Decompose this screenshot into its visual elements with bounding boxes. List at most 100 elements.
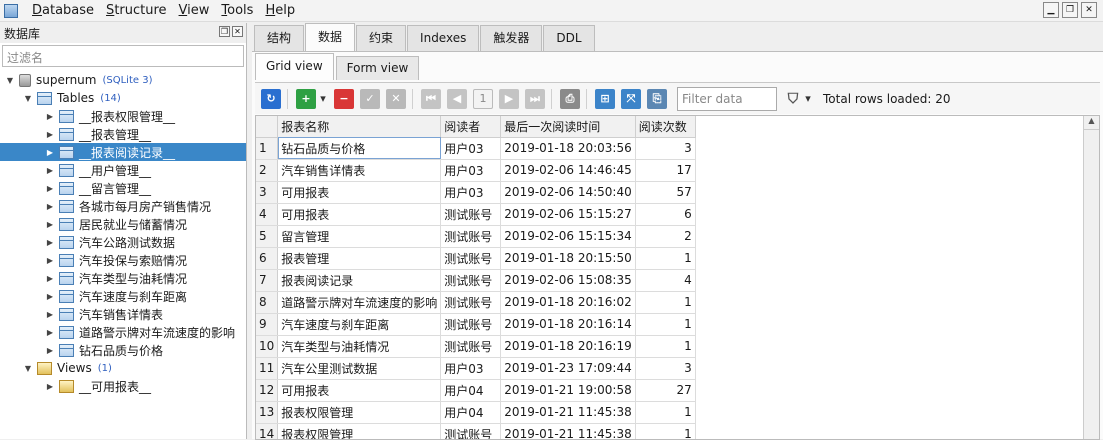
tree-table-item[interactable]: ▶ 各城市每月房产销售情况 [0,197,246,215]
expand-right-icon[interactable]: ▶ [44,310,56,319]
grid-cell[interactable]: 2019-01-18 20:16:19 [500,335,636,358]
grid-cell[interactable]: 测试账号 [440,291,502,314]
grid-cell[interactable]: 报表权限管理 [277,401,442,424]
expand-down-icon[interactable]: ▼ [22,364,34,373]
table-row[interactable]: 14 报表权限管理 测试账号 2019-01-21 11:45:38 1 [256,423,696,439]
grid-layout-icon[interactable]: ⊞ [595,88,615,109]
grid-cell[interactable]: 可用报表 [277,379,442,402]
menu-help[interactable]: Help [259,3,301,18]
grid-cell[interactable]: 用户04 [440,401,502,424]
column-header[interactable]: 阅读次数 [635,116,696,138]
grid-cell[interactable]: 报表权限管理 [277,423,442,439]
tree-database[interactable]: ▼ supernum (SQLite 3) [0,71,246,89]
data-grid[interactable]: 报表名称 阅读者 最后一次阅读时间 阅读次数 1 钻石品质与价格 用户03 2019-01-1… [255,115,1100,440]
grid-cell[interactable]: 测试账号 [440,225,502,248]
grid-cell[interactable]: 用户03 [440,137,502,160]
tab-2[interactable]: 约束 [356,25,407,51]
grid-cell[interactable]: 2019-01-18 20:03:56 [500,137,636,160]
tab-4[interactable]: 触发器 [480,25,543,51]
expand-right-icon[interactable]: ▶ [44,184,56,193]
grid-cell[interactable]: 1 [635,335,696,358]
tab-0[interactable]: 结构 [254,25,305,51]
expand-right-icon[interactable]: ▶ [44,274,56,283]
tree-table-item[interactable]: ▶ 汽车速度与刹车距离 [0,287,246,305]
expand-right-icon[interactable]: ▶ [44,256,56,265]
vertical-scrollbar[interactable]: ▲ [1083,116,1099,439]
table-row[interactable]: 5 留言管理 测试账号 2019-02-06 15:15:34 2 [256,225,696,248]
table-row[interactable]: 4 可用报表 测试账号 2019-02-06 15:15:27 6 [256,203,696,226]
table-row[interactable]: 9 汽车速度与刹车距离 测试账号 2019-01-18 20:16:14 1 [256,313,696,336]
menu-structure[interactable]: Structure [100,3,173,18]
grid-cell[interactable]: 4 [635,269,696,292]
grid-cell[interactable]: 2019-02-06 15:15:34 [500,225,636,248]
tree-filter-input[interactable]: 过滤名 [2,45,244,67]
tree-table-item[interactable]: ▶ __留言管理__ [0,179,246,197]
expand-right-icon[interactable]: ▶ [44,220,56,229]
add-row-dropdown-icon[interactable]: ▾ [318,89,328,109]
export-icon[interactable]: ⎘ [647,88,667,109]
expand-right-icon[interactable]: ▶ [44,130,56,139]
expand-right-icon[interactable]: ▶ [44,382,56,391]
grid-cell[interactable]: 测试账号 [440,203,502,226]
grid-cell[interactable]: 1 [635,291,696,314]
grid-cell[interactable]: 6 [635,203,696,226]
table-row[interactable]: 12 可用报表 用户04 2019-01-21 19:00:58 27 [256,379,696,402]
restore-icon[interactable]: ❐ [1062,2,1078,18]
table-row[interactable]: 10 汽车类型与油耗情况 测试账号 2019-01-18 20:16:19 1 [256,335,696,358]
expand-right-icon[interactable]: ▶ [44,202,56,211]
grid-cell[interactable]: 报表管理 [277,247,442,270]
prev-page-icon[interactable]: ◀ [447,88,467,109]
filter-data-input[interactable]: Filter data [677,86,777,111]
first-page-icon[interactable]: ⏮ [421,88,441,109]
table-row[interactable]: 6 报表管理 测试账号 2019-01-18 20:15:50 1 [256,247,696,270]
table-row[interactable]: 1 钻石品质与价格 用户03 2019-01-18 20:03:56 3 [256,137,696,160]
grid-cell[interactable]: 2 [635,225,696,248]
grid-cell[interactable]: 1 [635,423,696,439]
grid-cell[interactable]: 用户03 [440,159,502,182]
menu-tools[interactable]: Tools [215,3,259,18]
expand-down-icon[interactable]: ▼ [22,94,34,103]
table-row[interactable]: 7 报表阅读记录 测试账号 2019-02-06 15:08:35 4 [256,269,696,292]
grid-cell[interactable]: 2019-01-21 19:00:58 [500,379,636,402]
tree-table-item[interactable]: ▶ __报表阅读记录__ [0,143,246,161]
next-page-icon[interactable]: ▶ [499,88,519,109]
grid-cell[interactable]: 汽车类型与油耗情况 [277,335,442,358]
expand-right-icon[interactable]: ▶ [44,238,56,247]
fit-columns-icon[interactable]: ⤧ [621,88,641,109]
grid-cell[interactable]: 2019-01-18 20:15:50 [500,247,636,270]
expand-right-icon[interactable]: ▶ [44,346,56,355]
grid-cell[interactable]: 报表阅读记录 [277,269,442,292]
table-row[interactable]: 3 可用报表 用户03 2019-02-06 14:50:40 57 [256,181,696,204]
grid-cell[interactable]: 用户03 [440,357,502,380]
add-row-icon[interactable]: + [296,88,316,109]
grid-cell[interactable]: 道路警示牌对车流速度的影响 [277,291,442,314]
grid-cell[interactable]: 2019-01-21 11:45:38 [500,401,636,424]
grid-cell[interactable]: 2019-01-18 20:16:14 [500,313,636,336]
subtab-grid-view[interactable]: Grid view [255,53,334,80]
grid-cell[interactable]: 留言管理 [277,225,442,248]
grid-cell[interactable]: 汽车速度与刹车距离 [277,313,442,336]
grid-cell[interactable]: 可用报表 [277,181,442,204]
close-icon[interactable]: ✕ [1081,2,1097,18]
grid-cell[interactable]: 2019-02-06 15:08:35 [500,269,636,292]
table-row[interactable]: 8 道路警示牌对车流速度的影响 测试账号 2019-01-18 20:16:02 1 [256,291,696,314]
tree-views-group[interactable]: ▼ Views (1) [0,359,246,377]
grid-cell[interactable]: 2019-01-21 11:45:38 [500,423,636,439]
expand-right-icon[interactable]: ▶ [44,166,56,175]
expand-down-icon[interactable]: ▼ [4,76,16,85]
grid-cell[interactable]: 钻石品质与价格 [277,137,442,160]
filter-dropdown-icon[interactable]: ▾ [803,89,813,109]
rollback-icon[interactable]: ✕ [386,88,406,109]
grid-cell[interactable]: 2019-01-18 20:16:02 [500,291,636,314]
tree-table-item[interactable]: ▶ 汽车类型与油耗情况 [0,269,246,287]
tree-tables-group[interactable]: ▼ Tables (14) [0,89,246,107]
table-row[interactable]: 2 汽车销售详情表 用户03 2019-02-06 14:46:45 17 [256,159,696,182]
grid-cell[interactable]: 1 [635,313,696,336]
delete-row-icon[interactable]: − [334,88,354,109]
column-header[interactable]: 阅读者 [440,116,502,138]
expand-right-icon[interactable]: ▶ [44,148,56,157]
tree-table-item[interactable]: ▶ 道路警示牌对车流速度的影响 [0,323,246,341]
grid-cell[interactable]: 2019-02-06 14:50:40 [500,181,636,204]
tree-view-item[interactable]: ▶ __可用报表__ [0,377,246,395]
page-number[interactable]: 1 [473,88,493,109]
